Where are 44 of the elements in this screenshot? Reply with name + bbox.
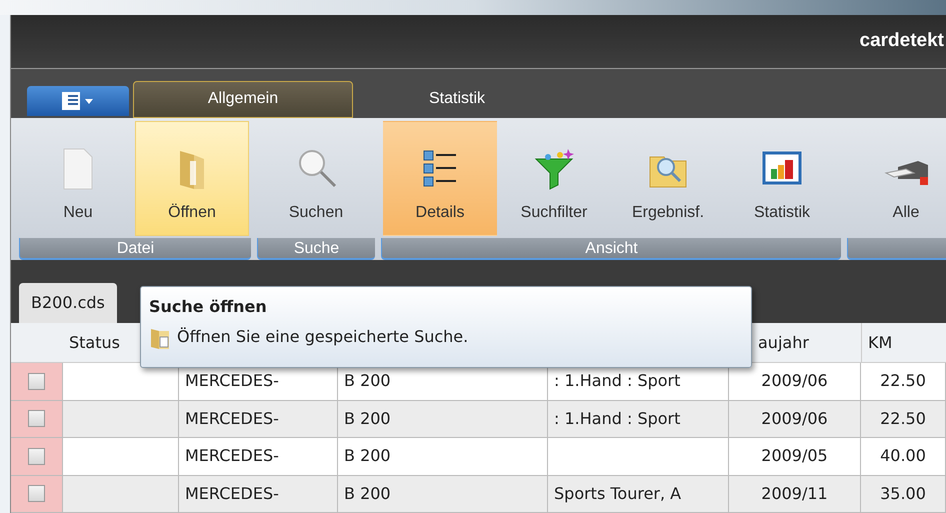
table-cell-text: : 1.Hand : Sport xyxy=(554,370,680,392)
group-label: Datei xyxy=(19,238,251,260)
ribbon-tab[interactable]: Statistik xyxy=(357,80,557,118)
row-checkbox[interactable] xyxy=(28,410,45,428)
table-cell-text: MERCEDES- xyxy=(185,408,279,430)
column-header[interactable]: KM xyxy=(861,323,946,362)
table-cell-text: 2009/11 xyxy=(761,482,828,505)
table-cell-text: B 200 xyxy=(344,445,391,468)
group-label: Ansicht xyxy=(381,238,841,260)
window-title: cardetekt xyxy=(860,29,944,54)
row-checkbox[interactable] xyxy=(28,448,45,465)
ribbon-button[interactable]: Neu xyxy=(21,120,135,236)
table-cell-text: 2009/06 xyxy=(761,408,828,430)
table-cell-text: 22.50 xyxy=(880,408,926,430)
table-cell-text: B 200 xyxy=(344,408,391,430)
ribbon-button[interactable]: Statistik xyxy=(725,120,839,236)
row-checkbox[interactable] xyxy=(28,485,45,502)
group-label: Suche xyxy=(257,238,375,260)
table-cell-text: MERCEDES- xyxy=(185,482,279,505)
table-cell-text: 2009/06 xyxy=(761,370,828,392)
document-tab[interactable]: B200.cds xyxy=(19,283,117,323)
ribbon-button[interactable]: Alle xyxy=(849,120,946,236)
table-cell-text: 2009/05 xyxy=(761,445,828,468)
table-cell-text: Sports Tourer, A xyxy=(554,482,682,505)
ribbon-tab[interactable]: Allgemein xyxy=(133,80,353,118)
table-cell-text: B 200 xyxy=(344,370,391,392)
table-cell-text: 40.00 xyxy=(880,445,926,468)
app-menu-button[interactable] xyxy=(27,86,129,116)
ribbon-button[interactable]: Suchfilter xyxy=(497,120,611,236)
table-cell-text: : 1.Hand : Sport xyxy=(554,408,680,430)
ribbon-button[interactable]: Suchen xyxy=(259,120,373,236)
ribbon-button[interactable]: Ergebnisf. xyxy=(611,120,725,236)
tooltip-text: Öffnen Sie eine gespeicherte Suche. xyxy=(177,326,468,348)
row-checkbox[interactable] xyxy=(28,372,45,390)
table-cell-text: 22.50 xyxy=(880,370,926,392)
tooltip-title: Suche öffnen xyxy=(149,296,268,318)
menu-icon xyxy=(62,90,94,111)
ribbon-button[interactable]: Details xyxy=(383,120,497,236)
table-cell-text: B 200 xyxy=(344,482,391,505)
table-cell-text: MERCEDES- xyxy=(185,370,279,392)
table-cell-text: MERCEDES- xyxy=(185,445,279,468)
ribbon-button[interactable]: Öffnen xyxy=(135,120,249,236)
funnel-icon xyxy=(532,146,576,191)
table-cell-text: 35.00 xyxy=(880,482,926,505)
